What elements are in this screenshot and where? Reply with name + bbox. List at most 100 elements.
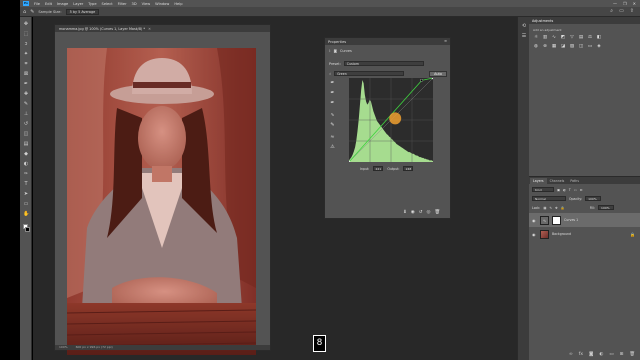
- clipping-warning-icon[interactable]: ⚠: [329, 144, 336, 150]
- smooth-icon[interactable]: ≈: [329, 134, 336, 140]
- hand-tool-icon[interactable]: ✋: [23, 211, 29, 217]
- selective-color-icon[interactable]: ◈: [596, 44, 602, 50]
- share-icon[interactable]: ⇪: [630, 8, 634, 14]
- levels-icon[interactable]: ▥: [542, 35, 548, 41]
- hue-saturation-icon[interactable]: ▤: [578, 35, 584, 41]
- curve-control-point[interactable]: [347, 160, 351, 164]
- filter-smart-icon[interactable]: ⊡: [580, 188, 583, 192]
- restore-button[interactable]: ❐: [623, 1, 627, 6]
- marquee-tool-icon[interactable]: ⬚: [23, 31, 29, 37]
- posterize-icon[interactable]: ▨: [569, 44, 575, 50]
- new-group-icon[interactable]: ▭: [609, 352, 613, 357]
- add-mask-icon[interactable]: ◙: [589, 352, 593, 357]
- home-icon[interactable]: ⌂: [23, 9, 26, 15]
- close-icon[interactable]: ✕: [148, 27, 151, 31]
- layer-row-curves[interactable]: ◉ ∿ Curves 1: [529, 213, 640, 227]
- layer-style-icon[interactable]: fx: [579, 352, 583, 357]
- fill-field[interactable]: 100%: [598, 205, 615, 210]
- document-tab[interactable]: monamma.jpg @ 100% (Curves 1, Layer Mask…: [55, 25, 270, 32]
- eyedropper-tool-icon[interactable]: ✎: [30, 9, 34, 15]
- minimize-button[interactable]: —: [613, 1, 617, 6]
- curves-icon[interactable]: ∿: [551, 35, 557, 41]
- filter-type-icon[interactable]: T: [569, 188, 571, 192]
- menu-file[interactable]: File: [34, 2, 40, 6]
- eraser-tool-icon[interactable]: ◫: [23, 131, 29, 137]
- view-previous-icon[interactable]: ◉: [411, 210, 415, 215]
- history-brush-icon[interactable]: ↺: [23, 121, 29, 127]
- curves-graph[interactable]: [347, 76, 435, 164]
- lock-position-icon[interactable]: ✥: [555, 206, 558, 210]
- tab-paths[interactable]: Paths: [567, 178, 582, 184]
- menu-help[interactable]: Help: [174, 2, 182, 6]
- trash-icon[interactable]: 🗑: [434, 210, 440, 215]
- curve-control-point[interactable]: [420, 79, 423, 82]
- filter-adjust-icon[interactable]: ◐: [563, 188, 566, 192]
- layer-name[interactable]: Background: [552, 232, 571, 236]
- lock-pixels-icon[interactable]: ▦: [543, 206, 546, 210]
- target-adjust-icon[interactable]: ☝: [329, 72, 331, 76]
- workspace-icon[interactable]: ▭: [619, 8, 624, 14]
- color-balance-icon[interactable]: ⚖: [587, 35, 593, 41]
- white-point-eyedropper-icon[interactable]: ✒: [329, 100, 336, 106]
- lock-icon[interactable]: 🔒: [630, 232, 635, 237]
- panel-menu-icon[interactable]: ≡: [444, 39, 447, 43]
- opacity-field[interactable]: 100%: [585, 196, 602, 201]
- menu-window[interactable]: Window: [155, 2, 169, 6]
- delete-layer-icon[interactable]: 🗑: [629, 352, 635, 357]
- brightness-contrast-icon[interactable]: ☼: [533, 35, 539, 41]
- new-layer-icon[interactable]: ⊞: [620, 352, 624, 357]
- lasso-tool-icon[interactable]: ↄ: [23, 41, 29, 47]
- vibrance-icon[interactable]: ▽: [569, 35, 575, 41]
- clip-to-layer-icon[interactable]: ⬇: [403, 210, 407, 215]
- dodge-tool-icon[interactable]: ◐: [23, 161, 29, 167]
- link-layers-icon[interactable]: ∞: [569, 352, 573, 357]
- curve-control-point[interactable]: [431, 76, 435, 80]
- mask-icon[interactable]: ◙: [334, 49, 337, 53]
- lock-all-icon[interactable]: 🔒: [561, 206, 565, 210]
- auto-button[interactable]: Auto: [429, 71, 447, 77]
- quick-select-tool-icon[interactable]: ✦: [23, 51, 29, 57]
- channel-mixer-icon[interactable]: ⊛: [542, 44, 548, 50]
- color-lookup-icon[interactable]: ▦: [551, 44, 557, 50]
- frame-tool-icon[interactable]: ⊠: [23, 71, 29, 77]
- layer-row-background[interactable]: ◉ Background 🔒: [529, 227, 640, 241]
- pen-tool-icon[interactable]: ✑: [23, 171, 29, 177]
- background-color-swatch[interactable]: [25, 227, 30, 232]
- path-select-icon[interactable]: ➤: [23, 191, 29, 197]
- type-tool-icon[interactable]: T: [23, 181, 29, 187]
- properties-panel-icon[interactable]: ☰: [521, 33, 527, 39]
- move-tool-icon[interactable]: ✥: [23, 21, 29, 27]
- menu-type[interactable]: Type: [88, 2, 96, 6]
- threshold-icon[interactable]: ◫: [578, 44, 584, 50]
- channel-select[interactable]: Green: [334, 71, 405, 76]
- tab-channels[interactable]: Channels: [547, 178, 568, 184]
- black-white-icon[interactable]: ◧: [596, 35, 602, 41]
- document-photo[interactable]: [67, 48, 256, 355]
- visibility-icon[interactable]: ◎: [427, 210, 431, 215]
- input-field[interactable]: 221: [373, 166, 384, 171]
- kind-filter-select[interactable]: Kind: [532, 187, 554, 192]
- gradient-map-icon[interactable]: ▭: [587, 44, 593, 50]
- eyedropper-icon[interactable]: ✒: [23, 81, 29, 87]
- curve-edit-icon[interactable]: ∿: [329, 112, 336, 118]
- brush-tool-icon[interactable]: ✎: [23, 101, 29, 107]
- tab-layers[interactable]: Layers: [530, 178, 547, 184]
- menu-view[interactable]: View: [142, 2, 151, 6]
- clone-stamp-icon[interactable]: ⊥: [23, 111, 29, 117]
- history-panel-icon[interactable]: ⟲: [521, 23, 527, 29]
- filter-pixel-icon[interactable]: ▣: [557, 188, 560, 192]
- exposure-icon[interactable]: ◩: [560, 35, 566, 41]
- lock-paint-icon[interactable]: ✎: [549, 206, 552, 210]
- visibility-eye-icon[interactable]: ◉: [532, 232, 537, 237]
- healing-brush-icon[interactable]: ✚: [23, 91, 29, 97]
- crop-tool-icon[interactable]: ⌗: [23, 61, 29, 67]
- blend-mode-select[interactable]: Normal: [532, 196, 566, 201]
- blur-tool-icon[interactable]: ◆: [23, 151, 29, 157]
- close-button[interactable]: ✕: [633, 1, 636, 6]
- menu-edit[interactable]: Edit: [45, 2, 52, 6]
- gray-point-eyedropper-icon[interactable]: ✒: [329, 90, 336, 96]
- menu-3d[interactable]: 3D: [132, 2, 137, 6]
- invert-icon[interactable]: ◪: [560, 44, 566, 50]
- sample-size-select[interactable]: 5 by 5 Average: [65, 8, 100, 15]
- pencil-draw-icon[interactable]: ✎: [329, 122, 336, 128]
